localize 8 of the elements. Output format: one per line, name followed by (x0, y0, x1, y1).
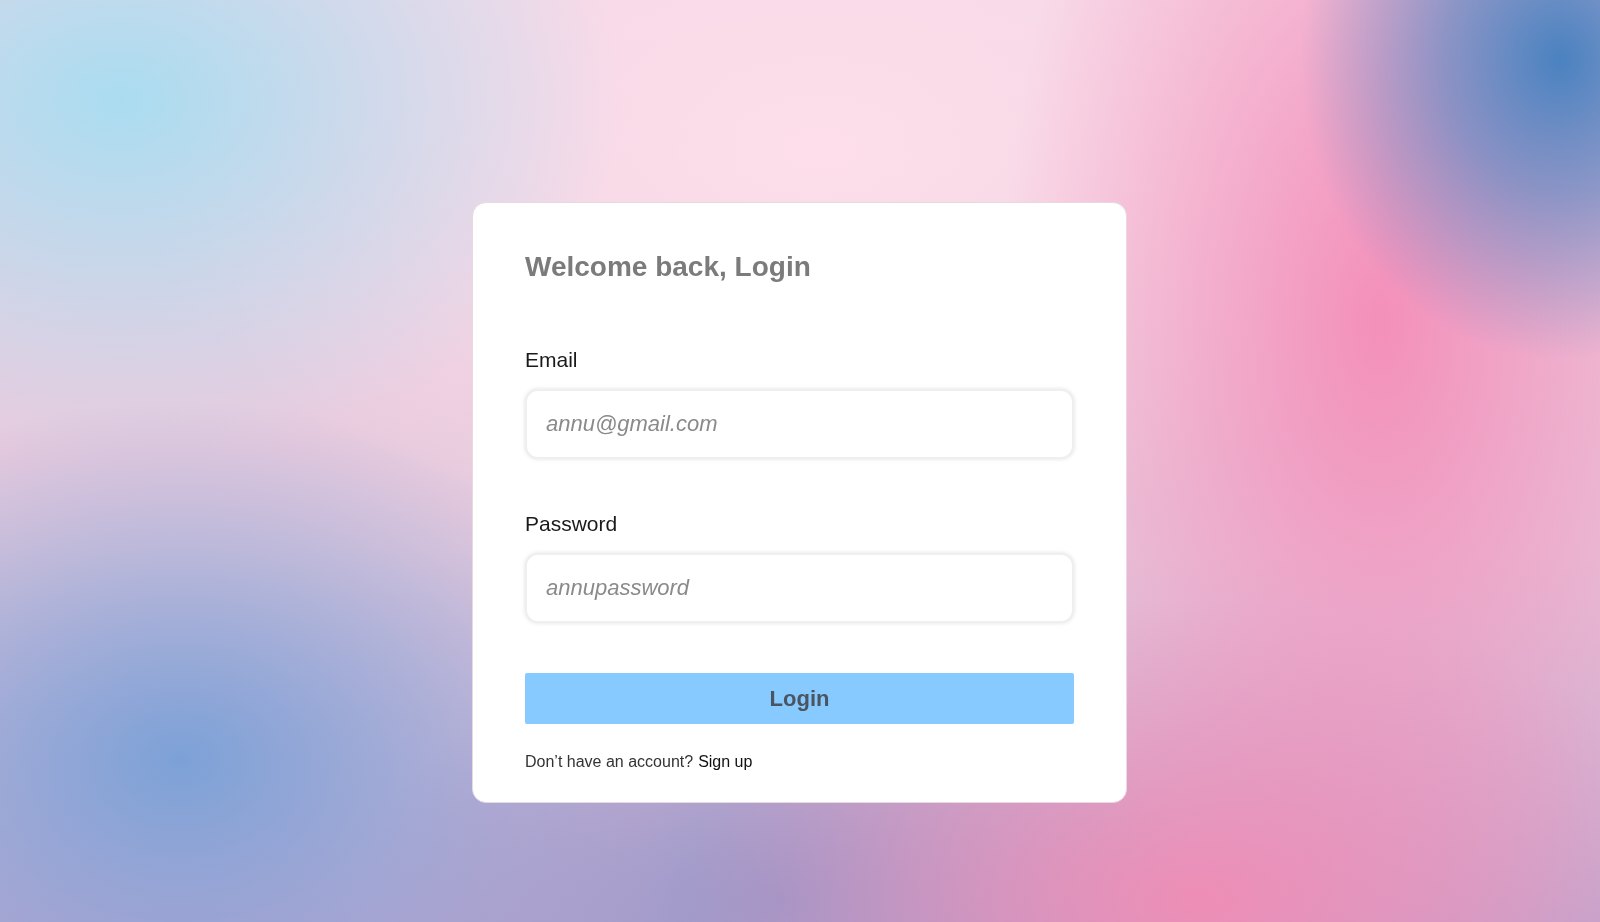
signup-prompt: Don’t have an account? (525, 752, 694, 772)
field-label: Password (525, 511, 618, 537)
card-title: Welcome back, Login (525, 250, 811, 284)
signup-link[interactable]: Sign up (698, 752, 753, 772)
input-field[interactable]: annupassword (525, 553, 1074, 623)
input-field[interactable]: annu@gmail.com (525, 389, 1074, 459)
login-button[interactable]: Login (525, 673, 1074, 724)
field-label: Email (525, 347, 578, 373)
